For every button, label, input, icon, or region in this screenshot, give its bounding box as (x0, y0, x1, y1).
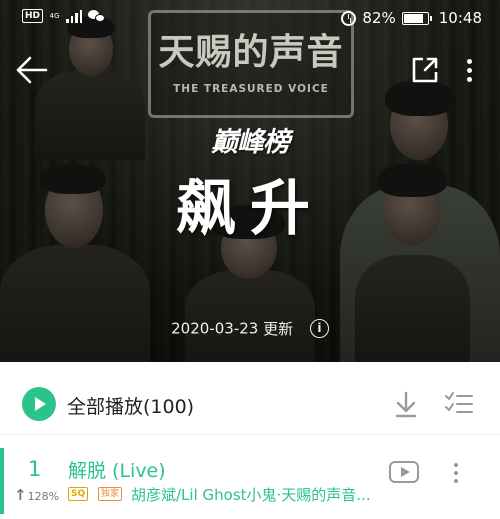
battery-percent: 82% (362, 9, 396, 27)
download-button[interactable] (392, 389, 420, 419)
more-vertical-icon (444, 458, 468, 488)
back-button[interactable] (10, 52, 54, 88)
back-arrow-icon (16, 56, 48, 84)
exclusive-badge: 独家 (98, 487, 123, 501)
trend-percent: 128% (27, 490, 60, 503)
status-bar: HD 4G 82% 10:48 (0, 0, 500, 36)
trend-up-icon: ↑ (14, 486, 27, 504)
network-type: 4G (49, 11, 60, 20)
hd-badge: HD (22, 9, 44, 23)
sq-badge: SQ (68, 487, 89, 501)
wechat-icon (88, 9, 106, 23)
song-title[interactable]: 解脱 (Live) (68, 456, 166, 483)
song-rank: 1 (28, 457, 42, 481)
song-list-item[interactable]: 1 解脱 (Live) ↑128% SQ 独家 胡彦斌/Lil Ghost小鬼·… (0, 444, 500, 519)
update-date: 2020-03-23 (171, 319, 259, 338)
multi-select-button[interactable] (444, 391, 474, 417)
update-info: 2020-03-23 更新 i (0, 318, 500, 339)
mv-button[interactable] (389, 461, 419, 483)
share-icon (412, 57, 438, 83)
signal-icon (66, 9, 83, 23)
multi-select-icon (445, 392, 473, 413)
battery-icon (401, 11, 432, 25)
chart-title: 飙升 (176, 174, 324, 244)
song-artists: 胡彦斌/Lil Ghost小鬼·天赐的声音... (131, 486, 371, 504)
more-options-button[interactable] (454, 50, 484, 90)
now-playing-marker (0, 448, 4, 514)
chart-logo: 巅峰榜 (211, 127, 290, 158)
download-icon (395, 391, 417, 418)
play-all-label[interactable]: 全部播放(100) (67, 392, 194, 419)
info-icon[interactable]: i (309, 319, 329, 338)
play-all-bar: 全部播放(100) (0, 373, 500, 435)
rank-trend: ↑128% (14, 486, 59, 504)
top-action-bar (0, 46, 500, 94)
clock: 10:48 (438, 9, 482, 27)
play-all-button[interactable] (22, 387, 56, 421)
update-label: 更新 (263, 320, 294, 338)
more-vertical-icon (454, 50, 484, 90)
share-button[interactable] (405, 50, 445, 90)
alarm-icon (341, 10, 357, 26)
song-more-button[interactable] (444, 458, 468, 488)
